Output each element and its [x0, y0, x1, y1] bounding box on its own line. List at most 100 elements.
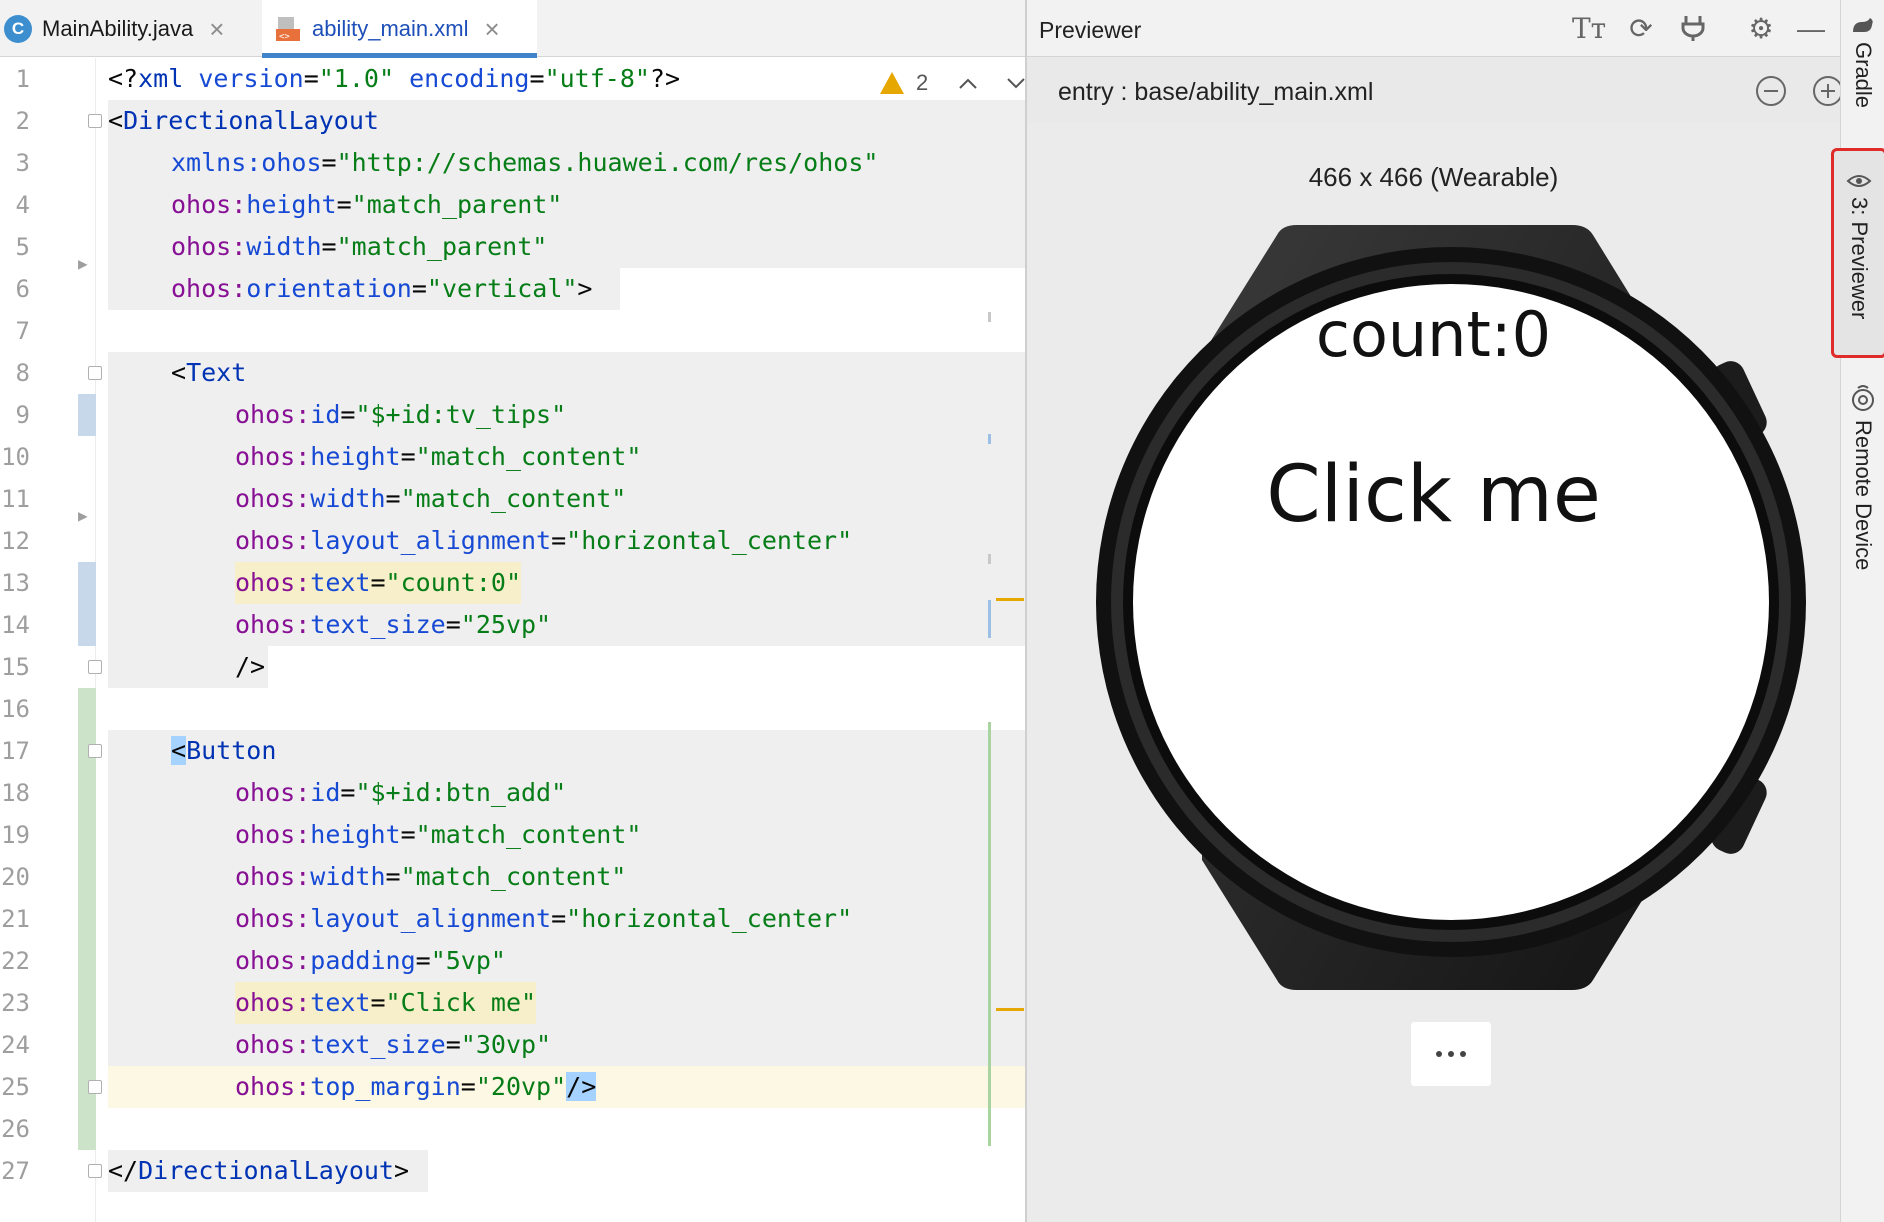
more-options-button[interactable] — [1411, 1022, 1491, 1086]
code-token: ohos: — [235, 862, 311, 891]
line-number: 16 — [1, 695, 30, 723]
code-token: "horizontal_center" — [566, 904, 853, 933]
minimize-icon[interactable]: — — [1794, 12, 1828, 46]
fold-icon[interactable] — [88, 1080, 102, 1094]
code-token: /> — [235, 652, 266, 681]
tab-label: ability_main.xml — [312, 15, 469, 41]
code-token: orientation — [246, 274, 412, 303]
chevron-down-icon[interactable] — [1006, 76, 1026, 90]
code-token: text_size — [310, 610, 446, 639]
fold-icon[interactable] — [88, 660, 102, 674]
code-token: ohos: — [235, 988, 311, 1017]
gear-icon[interactable]: ⚙ — [1744, 12, 1778, 46]
code-token: = — [321, 232, 337, 261]
code-token: = — [385, 862, 401, 891]
previewer-toolbar: entry : base/ability_main.xml — [1027, 58, 1843, 122]
code-token: = — [445, 1030, 461, 1059]
warning-marker[interactable] — [996, 598, 1024, 601]
side-tab-label: 3: Previewer — [1847, 197, 1872, 320]
fold-icon[interactable] — [88, 366, 102, 380]
code-line-11: ohos:width="match_content" — [235, 478, 626, 520]
fold-icon[interactable] — [88, 1164, 102, 1178]
code-token: /> — [566, 1072, 597, 1101]
close-icon[interactable]: × — [209, 16, 224, 42]
code-token: Button — [186, 736, 277, 765]
remote-device-icon — [1852, 385, 1874, 411]
code-token: "horizontal_center" — [566, 526, 853, 555]
chevron-up-icon[interactable] — [958, 76, 978, 90]
side-tab-remote-device[interactable]: Remote Device — [1841, 384, 1884, 570]
code-token: "count:0" — [385, 568, 522, 597]
inspection-widget[interactable]: 2 — [880, 62, 1026, 104]
code-line-15: /> — [235, 646, 265, 688]
code-editor: C MainAbility.java × <> ability_main.xml… — [0, 0, 1025, 1222]
editor-tab-bar: C MainAbility.java × <> ability_main.xml… — [0, 0, 1025, 58]
code-line-19: ohos:height="match_content" — [235, 814, 641, 856]
line-number: 25 — [1, 1073, 30, 1101]
code-token: width — [246, 232, 322, 261]
code-token: < — [171, 736, 187, 765]
line-number: 27 — [1, 1157, 30, 1185]
line-number: 8 — [15, 359, 30, 387]
zoom-in-icon[interactable] — [1813, 76, 1843, 106]
line-number: 17 — [1, 737, 30, 765]
code-token: ohos: — [235, 1072, 311, 1101]
code-token: "match_content" — [400, 862, 627, 891]
line-number: 10 — [1, 443, 30, 471]
plug-icon[interactable] — [1676, 12, 1710, 46]
code-area[interactable]: ▶ ▶ 1 2 3 4 5 6 7 8 9 10 11 12 13 14 15 — [0, 58, 1025, 1222]
code-token: = — [415, 946, 431, 975]
code-token: ohos: — [235, 400, 311, 429]
code-token: layout_alignment — [310, 526, 552, 555]
change-marker — [78, 394, 96, 436]
eye-icon — [1846, 175, 1872, 187]
fold-icon[interactable] — [88, 744, 102, 758]
run-arrow-icon[interactable]: ▶ — [78, 506, 88, 525]
line-number: 9 — [15, 401, 30, 429]
code-token: version — [198, 64, 304, 93]
code-line-24: ohos:text_size="30vp" — [235, 1024, 551, 1066]
ide-window: C MainAbility.java × <> ability_main.xml… — [0, 0, 1884, 1222]
code-line-6: ohos:orientation="vertical"> — [171, 268, 592, 310]
code-token: "$+id:tv_tips" — [355, 400, 567, 429]
code-token: text_size — [310, 1030, 446, 1059]
warning-count: 2 — [916, 70, 929, 95]
warning-marker[interactable] — [996, 1008, 1024, 1011]
line-number: 15 — [1, 653, 30, 681]
code-line-9: ohos:id="$+id:tv_tips" — [235, 394, 566, 436]
code-line-1: <?xml version="1.0" encoding="utf-8"?> — [108, 58, 681, 100]
code-token: xml — [138, 64, 184, 93]
refresh-icon[interactable]: ⟳ — [1624, 12, 1658, 46]
code-token: = — [400, 442, 416, 471]
code-token: = — [340, 778, 356, 807]
side-tab-previewer[interactable]: 3: Previewer — [1831, 148, 1884, 358]
code-line-18: ohos:id="$+id:btn_add" — [235, 772, 566, 814]
watch-click-button[interactable]: Click me — [1027, 450, 1840, 540]
tab-ability-main-xml[interactable]: <> ability_main.xml × — [262, 0, 537, 58]
code-token: ohos: — [235, 442, 311, 471]
code-line-17: <Button — [171, 730, 276, 772]
run-arrow-icon[interactable]: ▶ — [78, 254, 88, 273]
zoom-out-icon[interactable] — [1756, 76, 1786, 106]
side-tab-gradle[interactable]: Gradle — [1841, 16, 1884, 108]
line-number: 21 — [1, 905, 30, 933]
code-token: "25vp" — [460, 610, 552, 639]
code-token: < — [171, 358, 187, 387]
font-size-icon[interactable]: Tт — [1572, 12, 1606, 46]
line-number: 6 — [15, 275, 30, 303]
code-token: id — [310, 400, 341, 429]
fold-icon[interactable] — [88, 114, 102, 128]
previewer-header: Previewer Tт ⟳ ⚙ — — [1027, 0, 1840, 57]
code-token: = — [551, 526, 567, 555]
code-token: xmlns:ohos — [171, 148, 322, 177]
svg-text:<>: <> — [279, 32, 290, 42]
line-number: 12 — [1, 527, 30, 555]
code-line-3: xmlns:ohos="http://schemas.huawei.com/re… — [171, 142, 878, 184]
code-line-12: ohos:layout_alignment="horizontal_center… — [235, 520, 852, 562]
change-marker — [78, 562, 96, 646]
code-token: width — [310, 862, 386, 891]
close-icon[interactable]: × — [485, 16, 500, 42]
tab-main-ability-java[interactable]: C MainAbility.java × — [0, 0, 262, 57]
warning-icon — [880, 72, 904, 94]
code-token: ?> — [649, 64, 681, 93]
